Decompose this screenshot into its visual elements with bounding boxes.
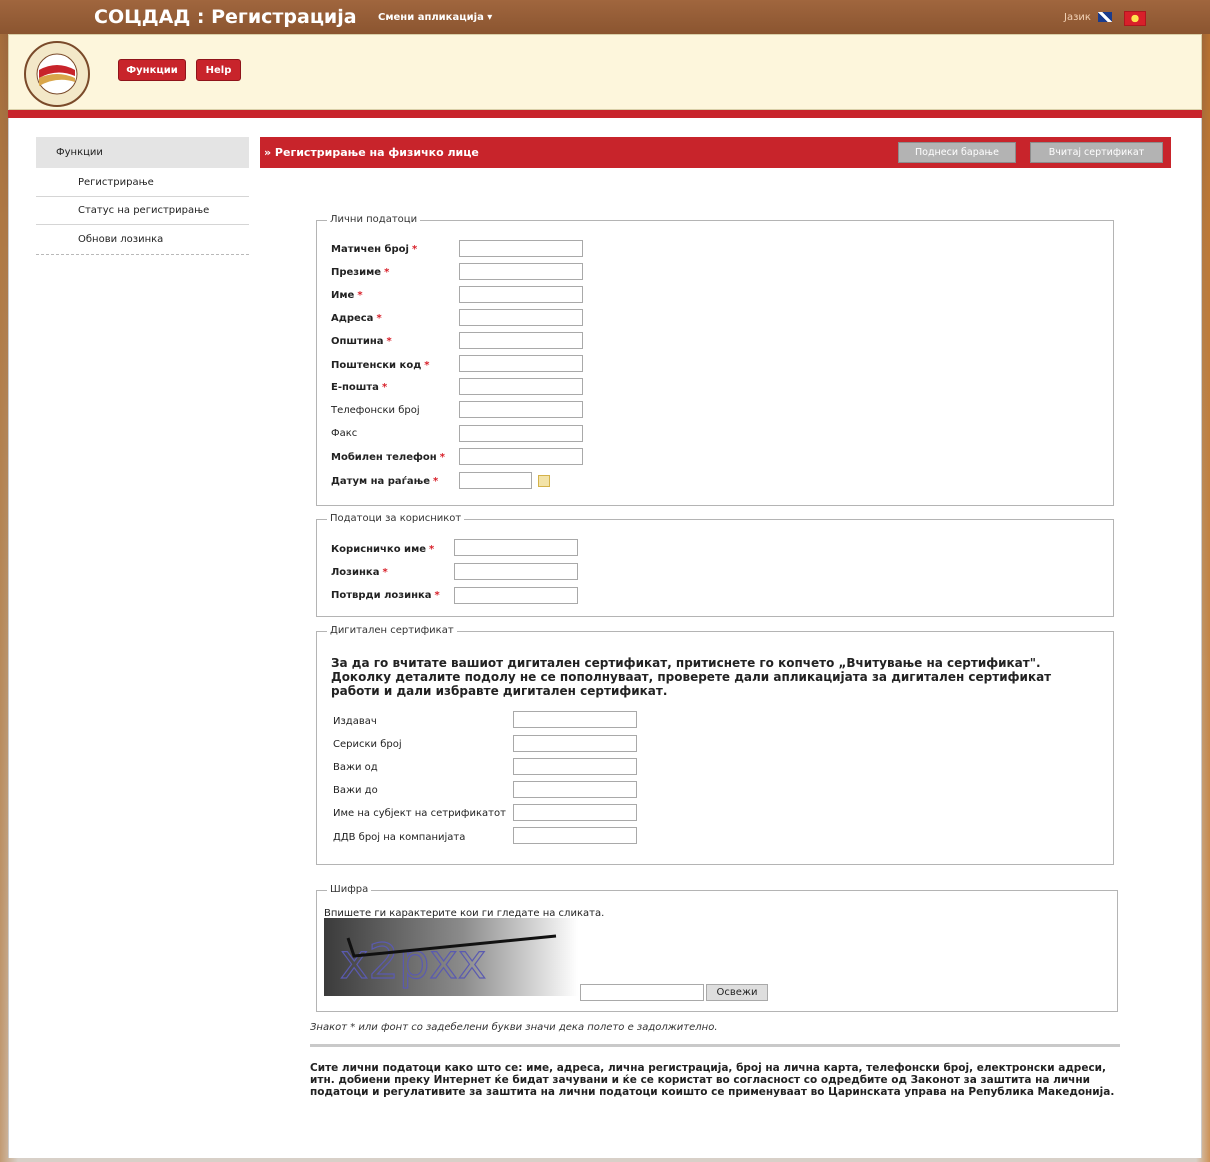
- english-flag-icon[interactable]: [1098, 12, 1112, 22]
- sidebar-item-registration-status[interactable]: Статус на регистрирање: [36, 197, 249, 225]
- sidebar-heading: Функции: [36, 137, 249, 168]
- sidebar-divider: [36, 254, 249, 255]
- field-label: Име на субјект на сетрификатот: [333, 808, 506, 819]
- postal-code-input[interactable]: [459, 355, 583, 372]
- captcha-input[interactable]: [580, 984, 704, 1001]
- field-label: Поштенски код *: [331, 360, 430, 371]
- field-label: Факс: [331, 428, 358, 439]
- header-divider: [8, 110, 1202, 118]
- confirm-password-input[interactable]: [454, 587, 578, 604]
- birth-date-input[interactable]: [459, 472, 532, 489]
- issuer-input[interactable]: [513, 711, 637, 728]
- privacy-notice: Сите лични податоци како што се: име, ад…: [310, 1062, 1115, 1098]
- field-label: Телефонски број: [331, 405, 420, 416]
- field-label: Сериски број: [333, 739, 402, 750]
- sidebar-item-registration[interactable]: Регистрирање: [36, 169, 249, 197]
- captcha-legend: Шифра: [327, 884, 372, 895]
- submit-request-button[interactable]: Поднеси барање: [898, 142, 1016, 163]
- certificate-instructions: За да го вчитате вашиот дигитален сертиф…: [331, 656, 1052, 698]
- required-note: Знакот * или фонт со задебелени букви зн…: [310, 1022, 718, 1033]
- field-label: Презиме *: [331, 267, 390, 278]
- subject-name-input[interactable]: [513, 804, 637, 821]
- field-label: Име *: [331, 290, 363, 301]
- personal-data-section: Лични податоци: [316, 214, 1114, 506]
- password-input[interactable]: [454, 563, 578, 580]
- header-band: [8, 34, 1202, 110]
- id-number-input[interactable]: [459, 240, 583, 257]
- calendar-icon[interactable]: [538, 475, 550, 487]
- field-label: Важи од: [333, 762, 378, 773]
- refresh-captcha-button[interactable]: Освежи: [706, 984, 768, 1001]
- field-label: Општина *: [331, 336, 392, 347]
- field-label: Важи до: [333, 785, 378, 796]
- valid-from-input[interactable]: [513, 758, 637, 775]
- fax-input[interactable]: [459, 425, 583, 442]
- field-label: Корисничко име *: [331, 544, 435, 555]
- user-data-section: Податоци за корисникот: [316, 513, 1114, 617]
- captcha-image: x2pxx: [324, 918, 578, 996]
- help-button[interactable]: Help: [196, 59, 241, 81]
- user-data-legend: Податоци за корисникот: [327, 513, 465, 524]
- valid-to-input[interactable]: [513, 781, 637, 798]
- field-label: Датум на раѓање *: [331, 476, 439, 487]
- field-label: Издавач: [333, 716, 377, 727]
- field-label: Е-пошта *: [331, 382, 388, 393]
- app-title: СОЦДАД : Регистрација: [94, 6, 357, 28]
- customs-logo: [24, 41, 90, 107]
- functions-button[interactable]: Функции: [118, 59, 186, 81]
- field-label: Адреса *: [331, 313, 382, 324]
- phone-input[interactable]: [459, 401, 583, 418]
- address-input[interactable]: [459, 309, 583, 326]
- mobile-phone-input[interactable]: [459, 448, 583, 465]
- captcha-text: x2pxx: [340, 934, 486, 990]
- surname-input[interactable]: [459, 263, 583, 280]
- app-switch-dropdown[interactable]: Смени апликација ▾: [378, 12, 492, 23]
- municipality-input[interactable]: [459, 332, 583, 349]
- language-label: Јазик: [1064, 12, 1091, 23]
- load-certificate-button[interactable]: Вчитај сертификат: [1030, 142, 1163, 163]
- field-label: ДДВ број на компанијата: [333, 832, 466, 843]
- username-input[interactable]: [454, 539, 578, 556]
- certificate-legend: Дигитален сертификат: [327, 625, 457, 636]
- personal-data-legend: Лични податоци: [327, 214, 421, 225]
- first-name-input[interactable]: [459, 286, 583, 303]
- sidebar-item-reset-password[interactable]: Обнови лозинка: [36, 225, 249, 253]
- field-label: Матичен број *: [331, 244, 418, 255]
- email-input[interactable]: [459, 378, 583, 395]
- field-label: Лозинка *: [331, 567, 388, 578]
- field-label: Мобилен телефон *: [331, 452, 445, 463]
- field-label: Потврди лозинка *: [331, 590, 440, 601]
- vat-number-input[interactable]: [513, 827, 637, 844]
- macedonian-flag-icon[interactable]: [1124, 11, 1146, 26]
- divider: [310, 1044, 1120, 1047]
- serial-number-input[interactable]: [513, 735, 637, 752]
